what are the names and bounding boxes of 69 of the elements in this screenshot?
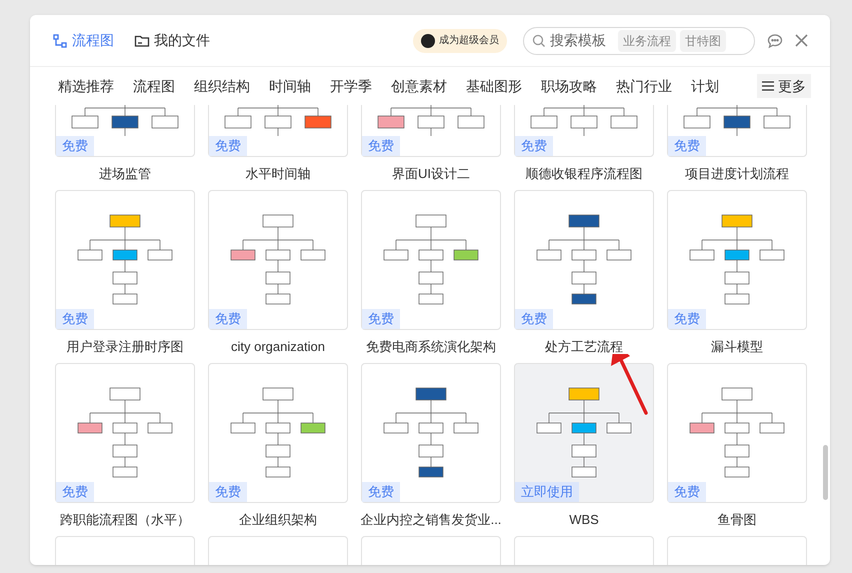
template-card[interactable]: 免费 (667, 105, 807, 157)
more-button[interactable]: 更多 (757, 74, 811, 98)
template-title: 水平时间轴 (246, 164, 310, 183)
category-tab[interactable]: 热门行业 (616, 76, 672, 96)
template-badge: 免费 (56, 309, 94, 329)
template-badge: 免费 (668, 136, 706, 156)
category-tab[interactable]: 计划 (691, 76, 719, 96)
vip-badge[interactable]: 成为超级会员 (413, 28, 507, 52)
search-chip[interactable]: 业务流程 (618, 30, 676, 52)
search-icon (532, 34, 546, 48)
template-title: 顺德收银程序流程图 (526, 164, 642, 183)
template-title: 鱼骨图 (718, 510, 756, 529)
template-badge: 免费 (362, 309, 400, 329)
template-card[interactable]: 免费 (361, 190, 501, 330)
template-card[interactable]: 免费 (361, 363, 501, 503)
template-title: 处方工艺流程 (545, 338, 623, 356)
chat-icon[interactable] (767, 32, 783, 48)
template-badge: 免费 (362, 136, 400, 156)
template-badge: 免费 (209, 482, 247, 502)
template-badge: 免费 (209, 309, 247, 329)
template-title: 项目进度计划流程 (685, 164, 789, 183)
template-badge: 免费 (668, 309, 706, 329)
category-tab[interactable]: 组织结构 (194, 76, 250, 96)
template-badge: 免费 (668, 482, 706, 502)
category-tab[interactable]: 职场攻略 (541, 76, 597, 96)
template-title: WBS (569, 510, 599, 529)
template-card[interactable]: 免费 (514, 105, 654, 157)
template-card[interactable]: 免费 (55, 190, 195, 330)
flowchart-icon (52, 32, 68, 48)
category-tab[interactable]: 时间轴 (269, 76, 311, 96)
template-badge: 免费 (56, 136, 94, 156)
template-title: 免费电商系统演化架构 (366, 338, 496, 356)
template-card[interactable]: 免费 (361, 105, 501, 157)
template-title: 企业内控之销售发货业... (360, 510, 502, 529)
template-card[interactable]: 免费 (208, 363, 348, 503)
category-tab[interactable]: 精选推荐 (58, 76, 114, 96)
template-title: 界面UI设计二 (392, 164, 470, 183)
template-card[interactable]: 免费 (55, 363, 195, 503)
annotation-arrow (608, 354, 650, 416)
template-badge: 免费 (515, 309, 553, 329)
search-field[interactable]: 搜索模板 业务流程 甘特图 (523, 26, 755, 54)
template-title: 漏斗模型 (711, 338, 763, 356)
template-title: 用户登录注册时序图 (66, 338, 184, 356)
scrollbar-thumb[interactable] (823, 445, 828, 500)
template-card[interactable]: 免费 (514, 190, 654, 330)
template-card[interactable]: 免费 (208, 105, 348, 157)
category-tab[interactable]: 开学季 (330, 76, 372, 96)
category-tab[interactable]: 基础图形 (466, 76, 522, 96)
category-tab[interactable]: 创意素材 (391, 76, 447, 96)
template-badge: 免费 (56, 482, 94, 502)
header-tab[interactable]: 我的文件 (134, 30, 210, 51)
template-badge: 免费 (209, 136, 247, 156)
close-icon[interactable] (795, 34, 808, 47)
template-badge: 免费 (362, 482, 400, 502)
template-card[interactable]: 免费 (667, 363, 807, 503)
template-card[interactable]: 立即使用 (514, 363, 654, 503)
template-card[interactable]: 免费 (667, 190, 807, 330)
template-card[interactable]: 免费 (208, 190, 348, 330)
category-tab[interactable]: 流程图 (133, 76, 175, 96)
template-title: 企业组织架构 (239, 510, 317, 529)
template-title: 跨职能流程图（水平） (60, 510, 190, 529)
header-tab[interactable]: 流程图 (52, 30, 114, 51)
template-badge: 免费 (515, 136, 553, 156)
template-title: city organization (231, 338, 325, 356)
menu-icon (762, 81, 774, 91)
template-title: 进场监管 (99, 164, 151, 183)
template-badge: 立即使用 (515, 482, 579, 502)
search-chip[interactable]: 甘特图 (680, 30, 726, 52)
template-card[interactable]: 免费 (55, 105, 195, 157)
